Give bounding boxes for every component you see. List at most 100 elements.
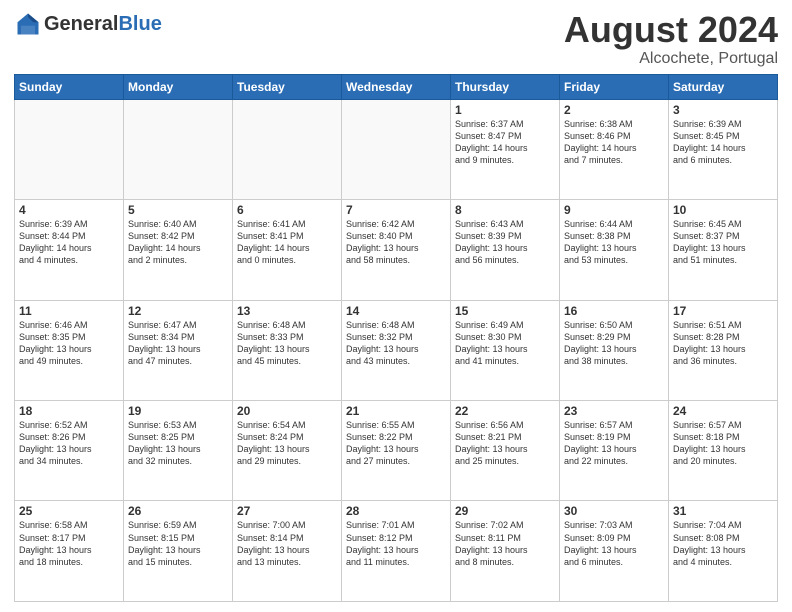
calendar-cell: 21Sunrise: 6:55 AM Sunset: 8:22 PM Dayli…: [342, 401, 451, 501]
day-info: Sunrise: 6:45 AM Sunset: 8:37 PM Dayligh…: [673, 218, 773, 267]
day-info: Sunrise: 6:48 AM Sunset: 8:32 PM Dayligh…: [346, 319, 446, 368]
day-number: 30: [564, 504, 664, 518]
day-info: Sunrise: 7:01 AM Sunset: 8:12 PM Dayligh…: [346, 519, 446, 568]
logo: GeneralBlue: [14, 10, 162, 38]
day-number: 1: [455, 103, 555, 117]
calendar-header-wednesday: Wednesday: [342, 74, 451, 99]
calendar-cell: [124, 99, 233, 199]
day-info: Sunrise: 6:47 AM Sunset: 8:34 PM Dayligh…: [128, 319, 228, 368]
calendar-header-tuesday: Tuesday: [233, 74, 342, 99]
calendar-cell: [233, 99, 342, 199]
day-info: Sunrise: 6:51 AM Sunset: 8:28 PM Dayligh…: [673, 319, 773, 368]
day-info: Sunrise: 6:52 AM Sunset: 8:26 PM Dayligh…: [19, 419, 119, 468]
day-number: 7: [346, 203, 446, 217]
week-row-0: 1Sunrise: 6:37 AM Sunset: 8:47 PM Daylig…: [15, 99, 778, 199]
day-number: 2: [564, 103, 664, 117]
day-number: 11: [19, 304, 119, 318]
day-number: 28: [346, 504, 446, 518]
calendar-table: SundayMondayTuesdayWednesdayThursdayFrid…: [14, 74, 778, 602]
page: GeneralBlue August 2024 Alcochete, Portu…: [0, 0, 792, 612]
day-number: 29: [455, 504, 555, 518]
day-number: 4: [19, 203, 119, 217]
week-row-1: 4Sunrise: 6:39 AM Sunset: 8:44 PM Daylig…: [15, 200, 778, 300]
day-info: Sunrise: 6:43 AM Sunset: 8:39 PM Dayligh…: [455, 218, 555, 267]
day-number: 18: [19, 404, 119, 418]
calendar-cell: 26Sunrise: 6:59 AM Sunset: 8:15 PM Dayli…: [124, 501, 233, 602]
day-info: Sunrise: 7:04 AM Sunset: 8:08 PM Dayligh…: [673, 519, 773, 568]
day-number: 19: [128, 404, 228, 418]
calendar-cell: [15, 99, 124, 199]
day-number: 20: [237, 404, 337, 418]
day-info: Sunrise: 6:44 AM Sunset: 8:38 PM Dayligh…: [564, 218, 664, 267]
day-info: Sunrise: 6:54 AM Sunset: 8:24 PM Dayligh…: [237, 419, 337, 468]
day-number: 6: [237, 203, 337, 217]
day-number: 13: [237, 304, 337, 318]
day-number: 26: [128, 504, 228, 518]
title-block: August 2024 Alcochete, Portugal: [564, 10, 778, 68]
day-number: 3: [673, 103, 773, 117]
day-info: Sunrise: 6:49 AM Sunset: 8:30 PM Dayligh…: [455, 319, 555, 368]
day-info: Sunrise: 6:58 AM Sunset: 8:17 PM Dayligh…: [19, 519, 119, 568]
calendar-header-sunday: Sunday: [15, 74, 124, 99]
day-info: Sunrise: 6:40 AM Sunset: 8:42 PM Dayligh…: [128, 218, 228, 267]
day-info: Sunrise: 6:38 AM Sunset: 8:46 PM Dayligh…: [564, 118, 664, 167]
month-year: August 2024: [564, 10, 778, 50]
calendar-cell: 5Sunrise: 6:40 AM Sunset: 8:42 PM Daylig…: [124, 200, 233, 300]
calendar-header-row: SundayMondayTuesdayWednesdayThursdayFrid…: [15, 74, 778, 99]
day-number: 8: [455, 203, 555, 217]
calendar-cell: 4Sunrise: 6:39 AM Sunset: 8:44 PM Daylig…: [15, 200, 124, 300]
calendar-cell: 17Sunrise: 6:51 AM Sunset: 8:28 PM Dayli…: [669, 300, 778, 400]
calendar-cell: 8Sunrise: 6:43 AM Sunset: 8:39 PM Daylig…: [451, 200, 560, 300]
calendar-header-saturday: Saturday: [669, 74, 778, 99]
day-number: 22: [455, 404, 555, 418]
calendar-cell: 12Sunrise: 6:47 AM Sunset: 8:34 PM Dayli…: [124, 300, 233, 400]
calendar-cell: [342, 99, 451, 199]
calendar-cell: 25Sunrise: 6:58 AM Sunset: 8:17 PM Dayli…: [15, 501, 124, 602]
day-number: 31: [673, 504, 773, 518]
calendar-cell: 14Sunrise: 6:48 AM Sunset: 8:32 PM Dayli…: [342, 300, 451, 400]
calendar-cell: 24Sunrise: 6:57 AM Sunset: 8:18 PM Dayli…: [669, 401, 778, 501]
day-number: 14: [346, 304, 446, 318]
calendar-cell: 6Sunrise: 6:41 AM Sunset: 8:41 PM Daylig…: [233, 200, 342, 300]
day-info: Sunrise: 6:42 AM Sunset: 8:40 PM Dayligh…: [346, 218, 446, 267]
day-number: 27: [237, 504, 337, 518]
calendar-cell: 3Sunrise: 6:39 AM Sunset: 8:45 PM Daylig…: [669, 99, 778, 199]
calendar-cell: 23Sunrise: 6:57 AM Sunset: 8:19 PM Dayli…: [560, 401, 669, 501]
calendar-cell: 9Sunrise: 6:44 AM Sunset: 8:38 PM Daylig…: [560, 200, 669, 300]
day-number: 10: [673, 203, 773, 217]
day-info: Sunrise: 6:39 AM Sunset: 8:44 PM Dayligh…: [19, 218, 119, 267]
calendar-cell: 27Sunrise: 7:00 AM Sunset: 8:14 PM Dayli…: [233, 501, 342, 602]
location: Alcochete, Portugal: [564, 50, 778, 68]
calendar-cell: 20Sunrise: 6:54 AM Sunset: 8:24 PM Dayli…: [233, 401, 342, 501]
day-number: 5: [128, 203, 228, 217]
day-info: Sunrise: 6:57 AM Sunset: 8:18 PM Dayligh…: [673, 419, 773, 468]
calendar-cell: 1Sunrise: 6:37 AM Sunset: 8:47 PM Daylig…: [451, 99, 560, 199]
calendar-header-thursday: Thursday: [451, 74, 560, 99]
day-info: Sunrise: 6:56 AM Sunset: 8:21 PM Dayligh…: [455, 419, 555, 468]
day-number: 15: [455, 304, 555, 318]
day-number: 12: [128, 304, 228, 318]
day-info: Sunrise: 7:03 AM Sunset: 8:09 PM Dayligh…: [564, 519, 664, 568]
day-number: 23: [564, 404, 664, 418]
day-info: Sunrise: 6:53 AM Sunset: 8:25 PM Dayligh…: [128, 419, 228, 468]
calendar-header-monday: Monday: [124, 74, 233, 99]
logo-blue-text: Blue: [118, 13, 161, 35]
logo-general-text: General: [44, 13, 118, 35]
week-row-3: 18Sunrise: 6:52 AM Sunset: 8:26 PM Dayli…: [15, 401, 778, 501]
calendar-cell: 13Sunrise: 6:48 AM Sunset: 8:33 PM Dayli…: [233, 300, 342, 400]
calendar-cell: 30Sunrise: 7:03 AM Sunset: 8:09 PM Dayli…: [560, 501, 669, 602]
day-info: Sunrise: 6:55 AM Sunset: 8:22 PM Dayligh…: [346, 419, 446, 468]
calendar-cell: 22Sunrise: 6:56 AM Sunset: 8:21 PM Dayli…: [451, 401, 560, 501]
week-row-2: 11Sunrise: 6:46 AM Sunset: 8:35 PM Dayli…: [15, 300, 778, 400]
day-info: Sunrise: 7:02 AM Sunset: 8:11 PM Dayligh…: [455, 519, 555, 568]
day-info: Sunrise: 6:59 AM Sunset: 8:15 PM Dayligh…: [128, 519, 228, 568]
calendar-cell: 18Sunrise: 6:52 AM Sunset: 8:26 PM Dayli…: [15, 401, 124, 501]
day-number: 16: [564, 304, 664, 318]
day-info: Sunrise: 6:48 AM Sunset: 8:33 PM Dayligh…: [237, 319, 337, 368]
calendar-cell: 7Sunrise: 6:42 AM Sunset: 8:40 PM Daylig…: [342, 200, 451, 300]
day-number: 21: [346, 404, 446, 418]
day-info: Sunrise: 6:46 AM Sunset: 8:35 PM Dayligh…: [19, 319, 119, 368]
logo-icon: [14, 10, 42, 38]
calendar-cell: 16Sunrise: 6:50 AM Sunset: 8:29 PM Dayli…: [560, 300, 669, 400]
calendar-cell: 28Sunrise: 7:01 AM Sunset: 8:12 PM Dayli…: [342, 501, 451, 602]
